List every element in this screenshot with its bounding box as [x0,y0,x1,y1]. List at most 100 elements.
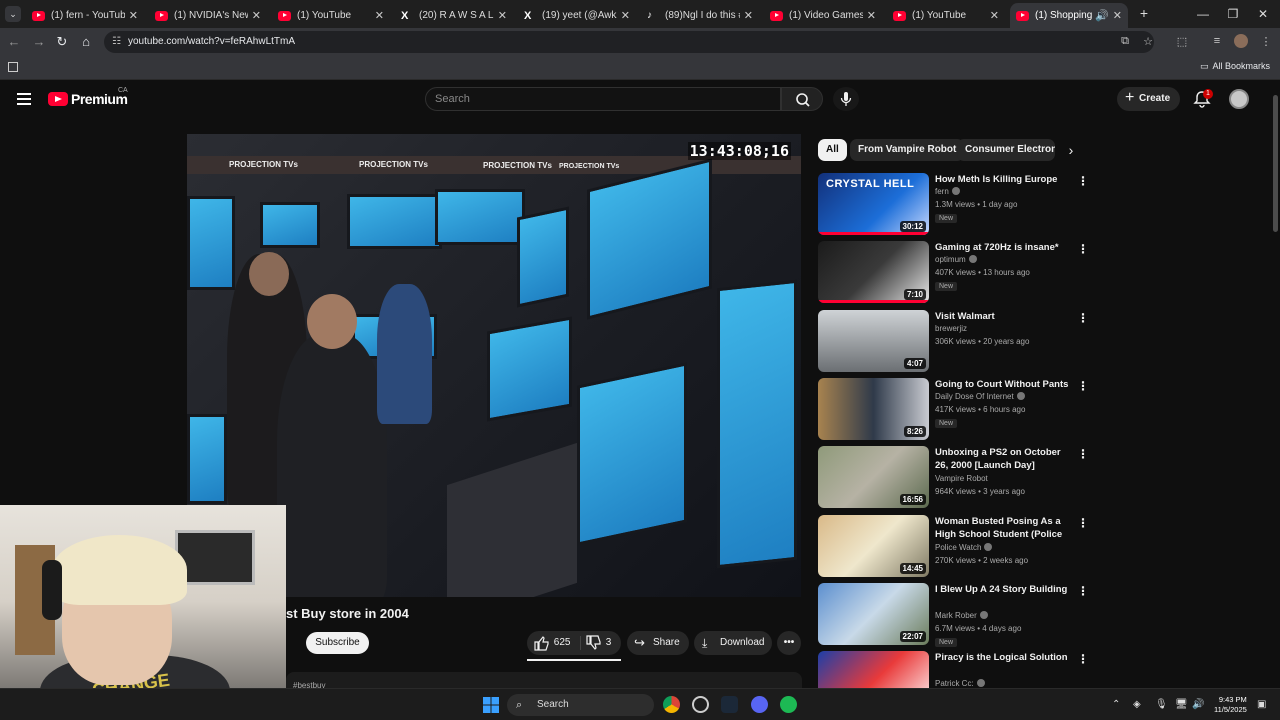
windows-start-icon[interactable] [483,697,499,713]
obs-taskbar-icon[interactable] [692,696,709,713]
more-options-icon[interactable]: ⋮ [1077,380,1089,392]
close-tab-icon[interactable]: ✕ [744,9,753,22]
chip-from-vampire-robot[interactable]: From Vampire Robot [850,139,965,161]
more-options-icon[interactable]: ⋮ [1077,517,1089,529]
recommended-video[interactable]: 4:07 Visit Walmart brewerjiz 306K views • 2… [818,309,1089,374]
notification-center-icon[interactable]: ▣ [1257,699,1266,710]
chip-all[interactable]: All [818,139,847,161]
video-thumbnail[interactable]: 4:07 [818,309,929,372]
close-tab-icon[interactable]: ✕ [498,9,507,22]
more-options-icon[interactable]: ⋮ [1077,312,1089,324]
browser-tab[interactable]: (1) YouTube ✕ [272,3,390,28]
address-bar[interactable]: ☷ youtube.com/watch?v=feRAhwLtTmA [104,31,1154,53]
install-app-icon[interactable]: ⧉ [1117,35,1133,48]
recommended-video[interactable]: CRYSTAL HELL 30:12 How Meth Is Killing Eur… [818,173,1089,237]
bookmark-star-icon[interactable]: ☆ [1140,35,1156,48]
more-options-icon[interactable]: ⋮ [1077,448,1089,460]
chrome-taskbar-icon[interactable] [663,696,680,713]
download-button[interactable]: ⤓ Download [694,631,772,655]
recommended-video-title[interactable]: Going to Court Without Pants [935,378,1070,391]
tab-search-icon[interactable]: ⌄ [5,6,21,22]
browser-tab[interactable]: (1) Video Games At Best ✕ [764,3,882,28]
recommended-video-title[interactable]: Piracy is the Logical Solution [935,651,1070,664]
recommended-video[interactable]: 16:56 Unboxing a PS2 on October 26, 2000 … [818,446,1089,510]
create-button[interactable]: Create [1117,86,1180,111]
recommended-video-title[interactable]: Visit Walmart [935,310,1070,323]
close-tab-icon[interactable]: ✕ [867,9,876,22]
network-icon[interactable]: 🖥 [1175,699,1188,710]
site-info-icon[interactable]: ☷ [112,31,121,53]
close-tab-icon[interactable]: ✕ [129,9,138,22]
recommended-video[interactable]: 22:07 I Blew Up A 24 Story Building Mark R… [818,582,1089,647]
video-thumbnail[interactable]: 22:07 [818,582,929,645]
scrollbar-thumb[interactable] [1273,95,1278,232]
channel-name[interactable]: fern [935,187,960,196]
recommended-video-title[interactable]: Gaming at 720Hz is insane* [935,241,1070,254]
taskbar-search[interactable]: ⌕ Search [507,694,654,716]
browser-tab[interactable]: (1) fern - YouTube ✕ [26,3,144,28]
more-options-icon[interactable]: ⋮ [1077,243,1089,255]
browser-tab-active[interactable]: (1) Shopping at a🔊 ✕ [1010,3,1128,28]
video-thumbnail[interactable]: 14:45 [818,514,929,577]
system-clock[interactable]: 9:43 PM 11/5/2025 [1214,695,1247,715]
media-controls-icon[interactable]: ≡ [1209,35,1225,47]
recommended-video-title[interactable]: Unboxing a PS2 on October 26, 2000 [Laun… [935,446,1070,472]
subscribe-button[interactable]: Subscribe [306,632,369,654]
browser-tab[interactable]: (1) YouTube ✕ [887,3,1005,28]
tray-overflow-icon[interactable]: ⌃ [1112,699,1120,710]
video-thumbnail[interactable]: 16:56 [818,446,929,509]
more-actions-button[interactable]: ••• [777,631,801,655]
channel-name[interactable]: Patrick Cc: [935,679,985,688]
spotify-taskbar-icon[interactable] [780,696,797,713]
channel-name[interactable]: optimum [935,255,977,264]
close-tab-icon[interactable]: ✕ [990,9,999,22]
channel-name[interactable]: brewerjiz [935,324,967,333]
minimize-icon[interactable]: — [1188,4,1218,24]
close-window-icon[interactable]: ✕ [1248,4,1278,24]
new-tab-icon[interactable]: + [1136,5,1152,21]
video-thumbnail[interactable]: 7:10 [818,241,929,304]
recommended-video[interactable]: 7:10 Gaming at 720Hz is insane* optimum 407… [818,241,1089,305]
browser-tab[interactable]: X (20) R A W S A L E R T S ✕ [395,3,513,28]
close-tab-icon[interactable]: ✕ [252,9,261,22]
microphone-tray-icon[interactable]: 🎙 [1155,699,1168,710]
voice-search-button[interactable] [833,87,859,111]
volume-icon[interactable]: 🔊 [1192,699,1204,710]
reload-icon[interactable]: ↻ [54,34,70,50]
chip-consumer-electronics[interactable]: Consumer Electronic [957,139,1055,161]
steam-taskbar-icon[interactable] [721,696,738,713]
back-arrow-icon[interactable]: ← [6,34,22,50]
restore-icon[interactable]: ❐ [1218,4,1248,24]
recommended-video[interactable]: 14:45 Woman Busted Posing As a High Schoo… [818,514,1089,579]
apps-grid-icon[interactable] [8,62,18,72]
recommended-video-title[interactable]: Woman Busted Posing As a High School Stu… [935,515,1070,543]
chrome-menu-icon[interactable]: ⋮ [1258,35,1274,48]
all-bookmarks-button[interactable]: ▭ All Bookmarks [1200,61,1270,72]
channel-name[interactable]: Police Watch [935,542,993,552]
recommended-video[interactable]: 8:26 Going to Court Without Pants Daily Do… [818,377,1089,442]
more-options-icon[interactable]: ⋮ [1077,653,1089,665]
hamburger-menu-icon[interactable] [17,93,31,105]
youtube-logo-icon[interactable] [48,92,68,106]
close-tab-icon[interactable]: ✕ [375,9,384,22]
account-avatar[interactable] [1229,89,1249,109]
recommended-video-title[interactable]: I Blew Up A 24 Story Building [935,583,1070,596]
close-tab-icon[interactable]: ✕ [621,9,630,22]
channel-name[interactable]: Vampire Robot [935,474,988,483]
extensions-icon[interactable]: ⬚ [1174,35,1190,48]
profile-avatar[interactable] [1234,34,1248,48]
channel-name[interactable]: Mark Rober [935,610,988,620]
like-button[interactable]: 625 [533,631,570,655]
video-thumbnail[interactable]: 8:26 [818,377,929,440]
close-tab-icon[interactable]: ✕ [1113,9,1122,22]
discord-taskbar-icon[interactable] [751,696,768,713]
channel-name[interactable]: Daily Dose Of Internet [935,391,1025,401]
chevron-right-icon[interactable]: › [1062,141,1080,159]
search-button[interactable] [781,87,823,111]
search-input[interactable]: Search [425,87,781,111]
video-thumbnail[interactable]: CRYSTAL HELL 30:12 [818,173,929,235]
share-button[interactable]: ↪ Share [627,631,689,655]
browser-tab[interactable]: X (19) yeet (@Awk20000) ✕ [518,3,636,28]
description-box[interactable] [286,672,802,688]
forward-arrow-icon[interactable]: → [31,34,47,50]
